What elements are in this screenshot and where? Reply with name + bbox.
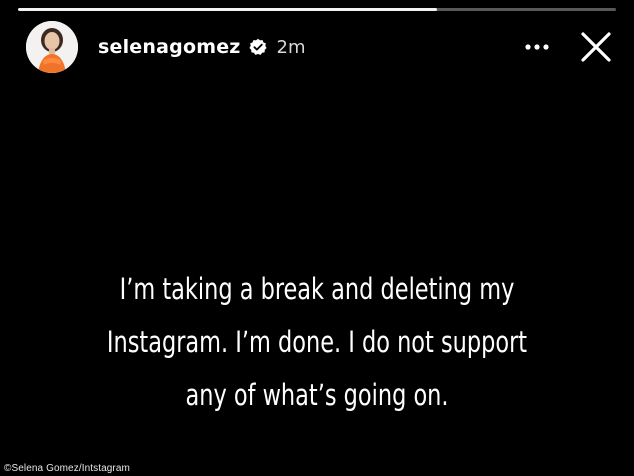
close-button[interactable] xyxy=(578,29,614,65)
story-text-line: I’m taking a break and deleting my xyxy=(119,272,515,306)
username[interactable]: selenagomez xyxy=(98,36,241,58)
photo-credit: ©Selena Gomez/Intstagram xyxy=(4,463,130,474)
avatar[interactable] xyxy=(26,21,78,73)
story-viewer: selenagomez 2m I’m taking a break and de… xyxy=(0,0,634,476)
post-timestamp: 2m xyxy=(276,36,306,58)
story-header: selenagomez 2m xyxy=(26,20,616,74)
profile-avatar-icon xyxy=(26,21,78,73)
story-progress-bar xyxy=(18,8,616,11)
verified-badge-icon xyxy=(248,38,267,56)
more-options-button[interactable] xyxy=(520,30,554,64)
story-text-line: any of what’s going on. xyxy=(185,378,449,412)
story-text: I’m taking a break and deleting my Insta… xyxy=(0,263,634,422)
story-text-line: Instagram. I’m done. I do not support xyxy=(106,325,528,359)
more-options-icon xyxy=(525,44,549,50)
story-progress-fill xyxy=(18,8,437,11)
close-icon xyxy=(581,32,611,62)
